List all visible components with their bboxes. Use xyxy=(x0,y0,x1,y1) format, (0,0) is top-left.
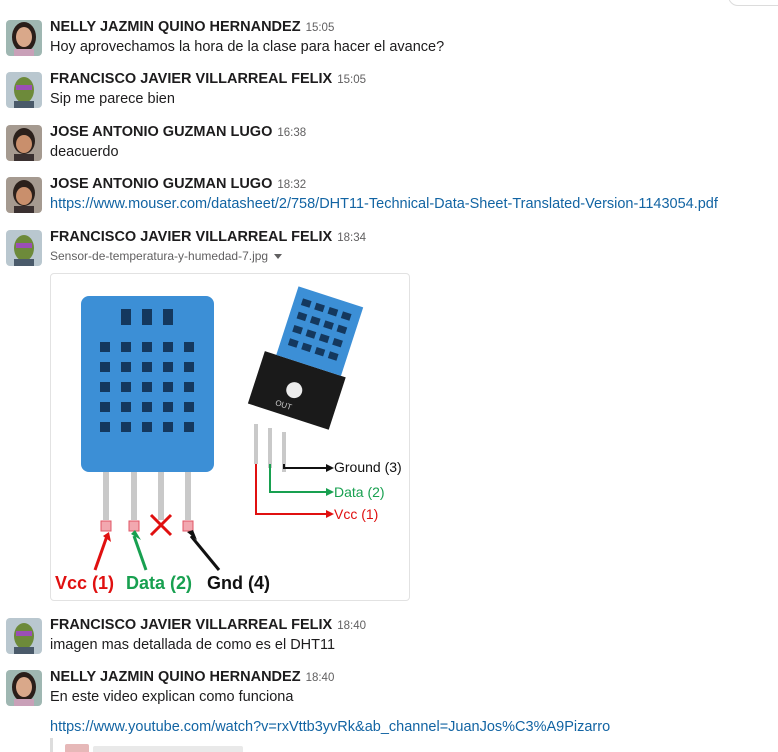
file-attachment[interactable]: Sensor-de-temperatura-y-humedad-7.jpg xyxy=(50,247,768,265)
link-preview[interactable] xyxy=(50,738,350,752)
message-time[interactable]: 15:05 xyxy=(337,74,366,86)
data-arrow xyxy=(132,535,148,571)
label-data2: Data (2) xyxy=(334,484,385,500)
message-text: En este video explican como funciona xyxy=(50,689,294,705)
avatar[interactable] xyxy=(6,230,42,266)
avatar[interactable] xyxy=(6,72,42,108)
message-author[interactable]: NELLY JAZMIN QUINO HERNANDEZ xyxy=(50,19,301,35)
chevron-down-icon[interactable] xyxy=(274,254,283,260)
label-gnd: Gnd (4) xyxy=(207,573,270,593)
avatar[interactable] xyxy=(6,125,42,161)
message-author[interactable]: JOSE ANTONIO GUZMAN LUGO xyxy=(50,176,272,192)
avatar[interactable] xyxy=(6,618,42,654)
message-time[interactable]: 18:40 xyxy=(337,620,366,632)
message-text: Hoy aprovechamos la hora de la clase par… xyxy=(50,39,445,55)
avatar[interactable] xyxy=(6,20,42,56)
message-link[interactable]: https://www.mouser.com/datasheet/2/758/D… xyxy=(50,196,718,212)
preview-title xyxy=(93,746,243,752)
gnd-arrow xyxy=(189,535,221,571)
dht11-diagram: Vcc (1) Data (2) Gnd (4) OUT Ground (3) … xyxy=(55,286,402,593)
file-name[interactable]: Sensor-de-temperatura-y-humedad-7.jpg xyxy=(50,249,268,263)
message-time[interactable]: 18:34 xyxy=(337,232,366,244)
message-time[interactable]: 15:05 xyxy=(306,22,335,34)
message-author[interactable]: FRANCISCO JAVIER VILLARREAL FELIX xyxy=(50,617,332,633)
label-data: Data (2) xyxy=(126,573,192,593)
message-time[interactable]: 18:32 xyxy=(277,179,306,191)
message-author[interactable]: FRANCISCO JAVIER VILLARREAL FELIX xyxy=(50,229,332,245)
message: FRANCISCO JAVIER VILLARREAL FELIX 18:40 i… xyxy=(0,616,778,664)
pin-pad xyxy=(182,520,194,532)
message-time[interactable]: 18:40 xyxy=(306,672,335,684)
message: FRANCISCO JAVIER VILLARREAL FELIX 15:05 S… xyxy=(0,70,778,118)
vcc-arrow xyxy=(93,535,109,571)
message-time[interactable]: 16:38 xyxy=(277,127,306,139)
pin-pad xyxy=(100,520,112,532)
message: JOSE ANTONIO GUZMAN LUGO 16:38 deacuerdo xyxy=(0,123,778,171)
youtube-icon xyxy=(65,744,89,752)
sensor-pins xyxy=(103,472,191,520)
message-text: Sip me parece bien xyxy=(50,91,175,107)
image-attachment[interactable]: Vcc (1) Data (2) Gnd (4) OUT Ground (3) … xyxy=(50,273,410,601)
header-pill[interactable] xyxy=(728,0,778,6)
message-text: imagen mas detallada de como es el DHT11 xyxy=(50,637,336,653)
message-author[interactable]: JOSE ANTONIO GUZMAN LUGO xyxy=(50,124,272,140)
message-author[interactable]: FRANCISCO JAVIER VILLARREAL FELIX xyxy=(50,71,332,87)
label-vcc: Vcc (1) xyxy=(55,573,114,593)
message: JOSE ANTONIO GUZMAN LUGO 18:32 https://ww… xyxy=(0,175,778,223)
message: NELLY JAZMIN QUINO HERNANDEZ 18:40 En est… xyxy=(0,668,778,740)
avatar[interactable] xyxy=(6,177,42,213)
message-link[interactable]: https://www.youtube.com/watch?v=rxVttb3y… xyxy=(50,719,610,735)
message-author[interactable]: NELLY JAZMIN QUINO HERNANDEZ xyxy=(50,669,301,685)
message-text: deacuerdo xyxy=(50,144,119,160)
avatar[interactable] xyxy=(6,670,42,706)
label-vcc1: Vcc (1) xyxy=(334,506,378,522)
pin-pad xyxy=(128,520,140,532)
message: NELLY JAZMIN QUINO HERNANDEZ 15:05 Hoy ap… xyxy=(0,18,778,66)
label-ground3: Ground (3) xyxy=(334,459,402,475)
